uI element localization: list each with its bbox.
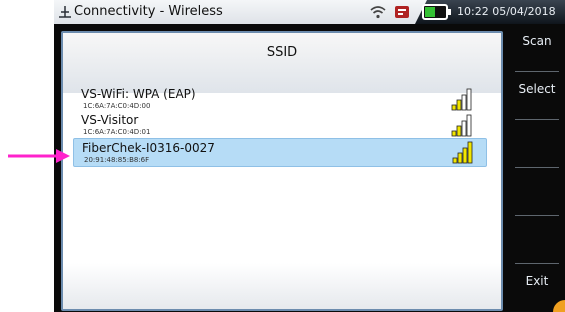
select-button-label: Select bbox=[518, 82, 556, 96]
network-row[interactable]: VS-Visitor 1C:6A:7A:C0:4D:01 bbox=[73, 113, 485, 140]
battery-cap bbox=[448, 9, 451, 15]
usb-icon bbox=[395, 6, 409, 18]
connectivity-icon bbox=[59, 6, 71, 18]
network-row-selected[interactable]: FiberChek-I0316-0027 20:91:48:85:B8:6F bbox=[73, 138, 487, 167]
signal-strength-icon bbox=[452, 141, 473, 164]
signal-strength-icon bbox=[451, 88, 472, 111]
softkey-4[interactable] bbox=[509, 168, 565, 216]
network-name: FiberChek-I0316-0027 bbox=[82, 141, 215, 155]
network-row[interactable]: VS-WiFi: WPA (EAP) 1C:6A:7A:C0:4D:00 bbox=[73, 87, 485, 114]
corner-indicator-icon bbox=[553, 300, 565, 312]
clock: 10:22 05/04/2018 bbox=[457, 5, 556, 18]
annotation-arrow-icon bbox=[8, 149, 70, 163]
device-screen: Connectivity - Wireless 10:22 05/04/2018… bbox=[54, 0, 565, 312]
panel-header-area bbox=[63, 33, 501, 93]
exit-button-label: Exit bbox=[525, 274, 549, 288]
network-mac: 20:91:48:85:B8:6F bbox=[84, 156, 150, 164]
panel-title: SSID bbox=[266, 45, 298, 60]
network-mac: 1C:6A:7A:C0:4D:01 bbox=[83, 128, 151, 136]
softkey-bar: Scan Select Exit bbox=[509, 24, 565, 312]
scan-button-label: Scan bbox=[522, 34, 552, 48]
softkey-3[interactable] bbox=[509, 120, 565, 168]
ssid-panel: SSID VS-WiFi: WPA (EAP) 1C:6A:7A:C0:4D:0… bbox=[61, 31, 503, 311]
battery-icon bbox=[422, 4, 451, 20]
status-bar: Connectivity - Wireless 10:22 05/04/2018 bbox=[54, 0, 565, 24]
signal-strength-icon bbox=[451, 114, 472, 137]
network-name: VS-WiFi: WPA (EAP) bbox=[81, 87, 196, 101]
wifi-icon bbox=[370, 6, 386, 19]
scan-button[interactable]: Scan bbox=[509, 24, 565, 72]
select-button[interactable]: Select bbox=[509, 72, 565, 120]
window-title: Connectivity - Wireless bbox=[74, 4, 223, 19]
battery-level bbox=[425, 7, 435, 17]
network-mac: 1C:6A:7A:C0:4D:00 bbox=[83, 102, 151, 110]
network-name: VS-Visitor bbox=[81, 113, 139, 127]
panel-footer-area bbox=[63, 263, 501, 309]
softkey-5[interactable] bbox=[509, 216, 565, 264]
